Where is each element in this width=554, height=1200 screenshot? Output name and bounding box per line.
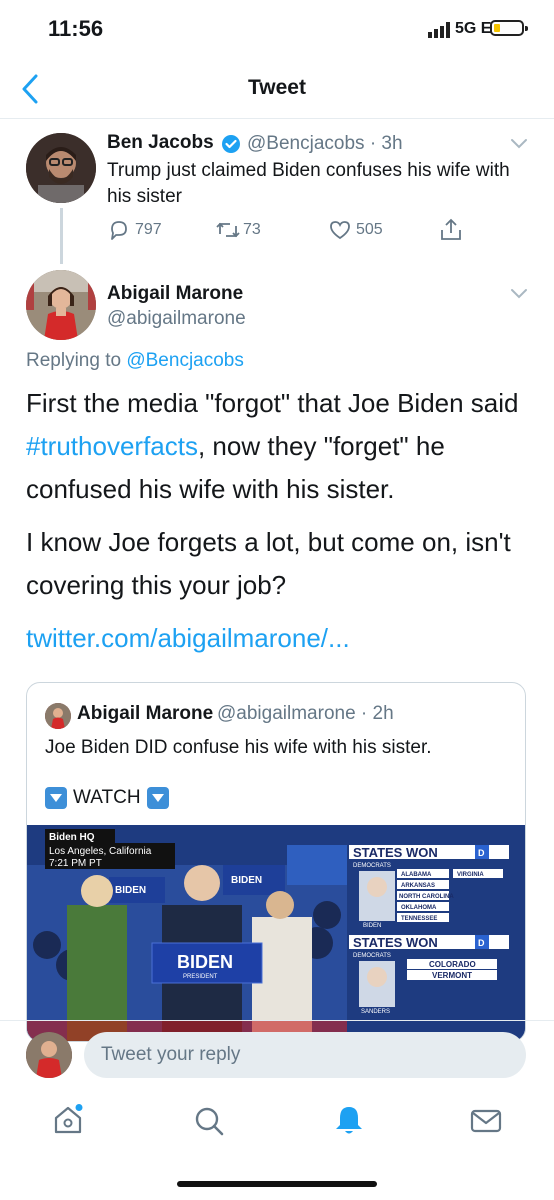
candidate-name: BIDEN <box>363 923 381 929</box>
sign-text: BIDEN <box>231 875 262 886</box>
tweet-link[interactable]: twitter.com/abigailmarone/... <box>26 623 350 653</box>
location-name: Los Angeles, California <box>49 846 152 857</box>
state-label: ALABAMA <box>401 872 432 878</box>
location-time: 7:21 PM PT <box>49 858 102 869</box>
like-action[interactable]: 505 <box>328 218 383 242</box>
party-badge: D <box>478 848 485 858</box>
state-label: VIRGINIA <box>457 872 484 878</box>
share-icon[interactable] <box>438 216 464 242</box>
avatar <box>45 703 71 729</box>
like-icon <box>330 221 350 240</box>
quoted-author-name: Abigail Marone <box>77 703 214 724</box>
state-label: VERMONT <box>432 971 472 980</box>
signal-icon <box>428 22 450 38</box>
replying-to: Replying to @Bencjacobs <box>26 350 244 371</box>
down-arrow-icon <box>45 787 67 809</box>
author-handle[interactable]: @abigailmarone <box>107 308 246 330</box>
home-icon[interactable] <box>52 1104 84 1136</box>
reply-icon <box>111 221 127 240</box>
retweet-icon <box>216 222 240 238</box>
state-label: TENNESSEE <box>401 916 437 922</box>
divider <box>0 1020 554 1021</box>
status-time: 11:56 <box>48 16 104 41</box>
states-won-title: STATES WON <box>353 845 438 860</box>
network-label: 5G E <box>455 20 492 37</box>
state-label: ARKANSAS <box>401 883 435 889</box>
location-title: Biden HQ <box>49 832 95 843</box>
chevron-down-icon[interactable] <box>510 138 528 150</box>
retweet-count: 73 <box>243 221 261 238</box>
party-label: DEMOCRATS <box>353 863 391 869</box>
avatar[interactable] <box>26 270 96 340</box>
tweet-text: First the media "forgot" that Joe Biden … <box>26 382 526 670</box>
party-badge: D <box>478 938 485 948</box>
tweet-time: · 3h <box>369 133 403 154</box>
candidate-name: SANDERS <box>361 1009 390 1015</box>
battery-icon <box>490 20 528 36</box>
mention-link[interactable]: @Bencjacobs <box>126 350 244 371</box>
retweet-action[interactable]: 73 <box>215 218 261 242</box>
quoted-author-handle: @abigailmarone · 2h <box>217 703 394 724</box>
author-name[interactable]: Ben Jacobs <box>107 132 214 154</box>
reply-count: 797 <box>135 221 162 238</box>
tweet-text: Trump just claimed Biden confuses his wi… <box>107 160 510 207</box>
search-icon[interactable] <box>194 1106 224 1136</box>
podium-sub: PRESIDENT <box>183 974 218 980</box>
quoted-tweet-text: Joe Biden DID confuse his wife with his … <box>45 737 432 758</box>
states-won-title: STATES WON <box>353 935 438 950</box>
down-arrow-icon <box>146 787 169 809</box>
notifications-icon[interactable] <box>334 1104 364 1136</box>
verified-icon <box>222 135 240 153</box>
messages-icon[interactable] <box>470 1108 502 1134</box>
tweet-text-2: I know Joe forgets a lot, but come on, i… <box>26 527 511 600</box>
chevron-down-icon[interactable] <box>510 288 528 300</box>
hashtag-link[interactable]: #truthoverfacts <box>26 431 198 461</box>
page-title: Tweet <box>248 76 306 99</box>
state-label: NORTH CAROLINA <box>399 894 454 900</box>
quoted-tweet[interactable]: Abigail Marone @abigailmarone · 2h Joe B… <box>26 682 526 1042</box>
video-thumbnail[interactable]: BIDEN BIDEN BIDEN PRESIDENT Biden HQ Los… <box>27 825 525 1041</box>
podium-label: BIDEN <box>177 952 233 972</box>
author-handle[interactable]: @Bencjacobs · 3h <box>247 133 403 155</box>
reply-action[interactable]: 797 <box>107 218 162 242</box>
party-label: DEMOCRATS <box>353 953 391 959</box>
author-name[interactable]: Abigail Marone <box>107 283 243 305</box>
sign-text: BIDEN <box>115 885 146 896</box>
state-label: COLORADO <box>429 960 476 969</box>
watch-label: WATCH <box>45 787 169 809</box>
thread-line <box>60 208 63 264</box>
reply-input[interactable]: Tweet your reply <box>84 1032 526 1078</box>
divider <box>0 118 554 119</box>
state-label: OKLAHOMA <box>401 905 437 911</box>
like-count: 505 <box>356 221 383 238</box>
home-indicator <box>177 1181 377 1187</box>
avatar[interactable] <box>26 133 96 203</box>
avatar <box>26 1032 72 1078</box>
